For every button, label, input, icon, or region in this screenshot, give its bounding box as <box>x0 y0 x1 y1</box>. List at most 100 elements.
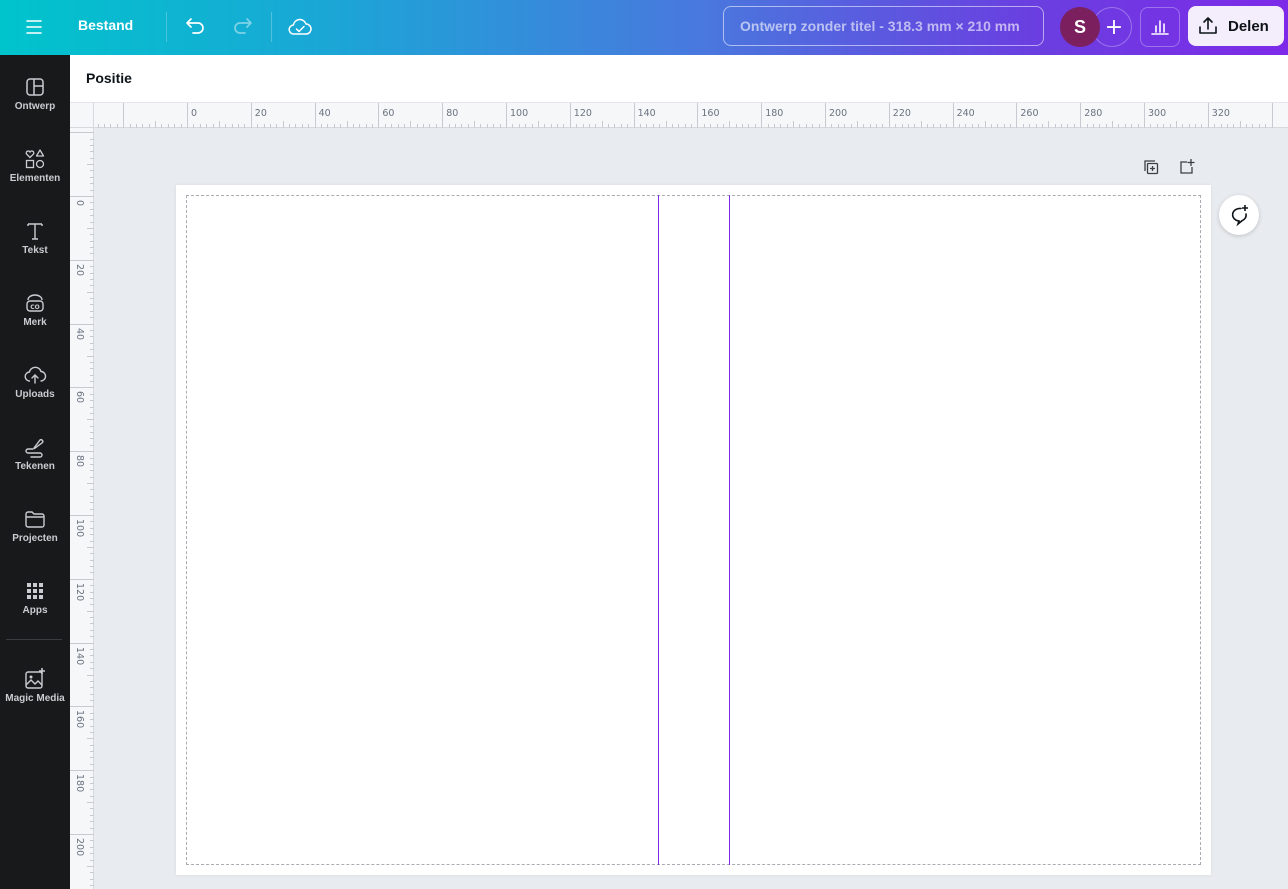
ruler-tick <box>1265 124 1267 128</box>
file-menu-button[interactable]: Bestand <box>78 17 133 33</box>
ruler-label: 140 <box>637 108 656 119</box>
document-title-input[interactable]: Ontwerp zonder titel - 318.3 mm × 210 mm <box>723 6 1044 46</box>
ruler-tick <box>70 387 94 389</box>
ruler-tick <box>748 124 750 128</box>
insights-button[interactable] <box>1140 7 1180 47</box>
sidebar-item-text[interactable]: Tekst <box>0 211 70 275</box>
ruler-tick <box>933 124 935 128</box>
ruler-tick <box>1182 124 1184 128</box>
ruler-tick <box>805 124 807 128</box>
ruler-label: 100 <box>510 108 529 119</box>
margin-guide <box>186 195 1201 865</box>
ruler-tick <box>90 476 94 478</box>
ruler-tick <box>423 124 425 128</box>
undo-button[interactable] <box>182 12 210 40</box>
sidebar-item-label: Uploads <box>15 389 55 400</box>
ruler-tick <box>70 259 94 261</box>
ruler-tick <box>493 124 495 128</box>
ruler-tick <box>825 103 826 128</box>
ruler-tick <box>710 124 712 128</box>
vertical-guide-line[interactable] <box>729 195 730 865</box>
ruler-tick <box>90 648 94 650</box>
horizontal-ruler[interactable]: 0 20 40 60 80 100 120 140 160 180 200 220 240 260 280 3… <box>94 103 1288 128</box>
ruler-tick <box>90 846 94 848</box>
sidebar-item-elements[interactable]: Elementen <box>0 139 70 203</box>
ruler-tick <box>90 623 94 625</box>
ruler-tick <box>1150 124 1152 128</box>
ruler-tick <box>250 103 252 128</box>
redo-button[interactable] <box>228 12 256 40</box>
ruler-tick <box>90 827 94 829</box>
ruler-tick <box>1099 124 1101 128</box>
ruler-tick <box>659 124 661 128</box>
duplicate-page-button[interactable] <box>1140 156 1162 178</box>
apps-grid-icon <box>27 583 43 599</box>
ruler-tick <box>958 124 960 128</box>
ruler-label: 80 <box>74 455 85 468</box>
ruler-tick <box>372 124 374 128</box>
ruler-tick <box>148 124 150 128</box>
ruler-tick <box>314 103 316 128</box>
ruler-tick <box>90 317 94 319</box>
ruler-label: 200 <box>829 108 848 119</box>
ruler-label: 260 <box>1020 108 1039 119</box>
ruler-tick <box>90 821 94 823</box>
sidebar-item-projects[interactable]: Projecten <box>0 499 70 563</box>
ruler-tick <box>990 124 992 128</box>
ruler-tick <box>70 451 94 453</box>
share-button[interactable]: Delen <box>1188 6 1284 46</box>
ruler-tick <box>467 124 469 128</box>
ruler-tick <box>90 661 94 663</box>
avatar[interactable]: S <box>1060 7 1100 47</box>
ruler-tick <box>90 566 94 568</box>
sidebar-item-brand[interactable]: CO Merk <box>0 283 70 347</box>
ruler-tick <box>984 121 986 128</box>
ruler-tick <box>90 183 94 185</box>
ruler-label: 280 <box>1084 108 1103 119</box>
ruler-tick <box>1220 124 1222 128</box>
ruler-tick <box>90 170 94 172</box>
ruler-tick <box>87 164 94 166</box>
vertical-ruler[interactable]: 0 20 40 60 80 100 120 140 160 180 200 <box>70 128 94 889</box>
ruler-tick <box>1214 124 1216 128</box>
ruler-tick <box>831 124 833 128</box>
ruler-tick <box>1124 124 1126 128</box>
sidebar-item-magic-media[interactable]: Magic Media <box>0 659 70 723</box>
ruler-tick <box>90 604 94 606</box>
ruler-tick <box>87 419 94 421</box>
ruler-label: 80 <box>446 108 459 119</box>
sidebar-item-label: Projecten <box>12 533 58 544</box>
ruler-label: 180 <box>74 774 85 793</box>
ruler-tick <box>225 124 227 128</box>
sidebar-item-apps[interactable]: Apps <box>0 571 70 635</box>
ruler-tick <box>90 361 94 363</box>
sidebar-item-draw[interactable]: Tekenen <box>0 427 70 491</box>
ruler-tick <box>90 495 94 497</box>
plus-icon: + <box>1104 14 1124 40</box>
ruler-tick <box>563 124 565 128</box>
vertical-guide-line[interactable] <box>658 195 659 865</box>
panel-title: Positie <box>86 70 132 86</box>
sidebar-item-design[interactable]: Ontwerp <box>0 67 70 131</box>
ruler-tick <box>614 124 616 128</box>
ruler-tick <box>174 124 176 128</box>
ruler-tick <box>486 124 488 128</box>
ruler-tick <box>90 374 94 376</box>
sidebar-item-uploads[interactable]: Uploads <box>0 355 70 419</box>
ruler-tick <box>90 381 94 383</box>
ruler-tick <box>90 157 94 159</box>
ruler-tick <box>90 253 94 255</box>
save-status-button[interactable] <box>284 12 316 42</box>
ruler-tick <box>90 636 94 638</box>
ruler-tick <box>684 124 686 128</box>
ruler-tick <box>978 124 980 128</box>
add-page-button[interactable] <box>1176 156 1198 178</box>
ruler-label: 20 <box>254 108 267 119</box>
ruler-tick <box>448 124 450 128</box>
ruler-tick <box>142 124 144 128</box>
menu-button[interactable] <box>18 14 50 40</box>
ruler-tick <box>754 124 756 128</box>
ruler-tick <box>269 124 271 128</box>
ruler-tick <box>90 534 94 536</box>
add-comment-button[interactable] <box>1219 195 1259 235</box>
